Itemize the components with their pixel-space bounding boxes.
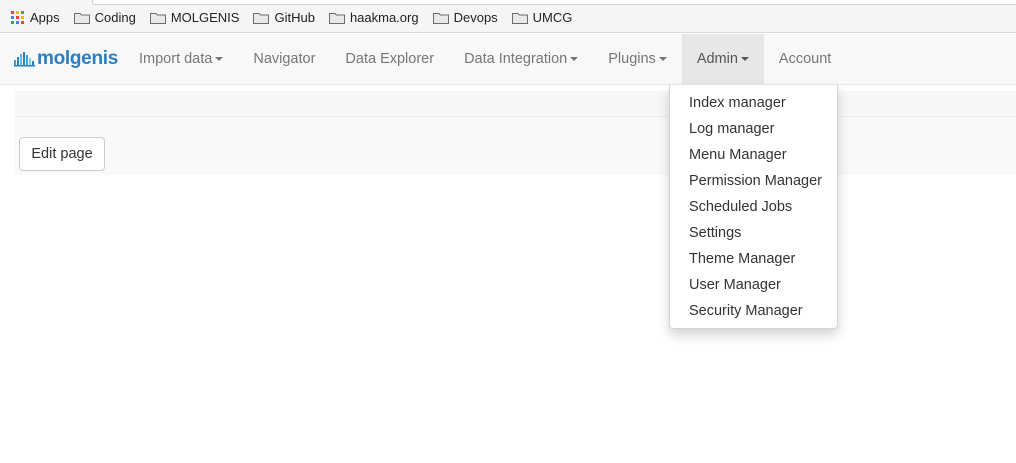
apps-grid-icon — [11, 11, 24, 24]
bookmark-apps[interactable]: Apps — [11, 10, 60, 25]
nav-label: Import data — [139, 51, 213, 67]
menu-item-theme-manager[interactable]: Theme Manager — [670, 246, 837, 272]
edit-page-button[interactable]: Edit page — [19, 137, 105, 171]
nav-data-explorer[interactable]: Data Explorer — [330, 34, 449, 84]
address-bar-edge — [92, 0, 1016, 5]
bookmark-molgenis[interactable]: MOLGENIS — [149, 10, 240, 25]
logo-bars-icon — [14, 52, 35, 67]
menu-item-user-manager[interactable]: User Manager — [670, 272, 837, 298]
bookmark-label: haakma.org — [349, 10, 419, 25]
folder-icon — [511, 12, 528, 24]
bookmark-haakma[interactable]: haakma.org — [328, 10, 419, 25]
caret-down-icon — [658, 57, 667, 61]
nav-label: Data Integration — [464, 51, 568, 67]
nav-label: Account — [778, 51, 832, 67]
nav-label: Navigator — [253, 51, 316, 67]
nav-admin[interactable]: Admin — [681, 34, 764, 84]
folder-icon — [328, 12, 345, 24]
caret-down-icon — [740, 57, 749, 61]
molgenis-logo[interactable]: molgenis — [14, 48, 118, 70]
menu-item-settings[interactable]: Settings — [670, 220, 837, 246]
bookmark-github[interactable]: GitHub — [253, 10, 315, 25]
nav-label: Plugins — [608, 51, 656, 67]
bookmark-umcg[interactable]: UMCG — [511, 10, 573, 25]
bookmark-label: GitHub — [274, 10, 315, 25]
bookmark-label: Devops — [453, 10, 498, 25]
menu-item-security-manager[interactable]: Security Manager — [670, 298, 837, 324]
main-navbar: molgenis Import data Navigator Data Expl… — [0, 34, 1016, 85]
content-header-strip — [15, 91, 1016, 117]
nav-account[interactable]: Account — [764, 34, 846, 84]
menu-item-log-manager[interactable]: Log manager — [670, 116, 837, 142]
bookmark-label: Apps — [30, 10, 60, 25]
nav-navigator[interactable]: Navigator — [238, 34, 330, 84]
brand-name: molgenis — [37, 48, 119, 69]
folder-icon — [149, 12, 166, 24]
bookmarks-bar: Apps Coding MOLGENIS GitHub haakma.org D… — [0, 0, 1016, 33]
bookmarks-list: Apps Coding MOLGENIS GitHub haakma.org D… — [11, 10, 586, 25]
folder-icon — [253, 12, 270, 24]
bookmark-coding[interactable]: Coding — [73, 10, 136, 25]
menu-item-scheduled-jobs[interactable]: Scheduled Jobs — [670, 194, 837, 220]
nav-data-integration[interactable]: Data Integration — [449, 34, 593, 84]
nav-plugins[interactable]: Plugins — [593, 34, 682, 84]
caret-down-icon — [570, 57, 579, 61]
menu-item-permission-manager[interactable]: Permission Manager — [670, 168, 837, 194]
caret-down-icon — [215, 57, 224, 61]
menu-item-index-manager[interactable]: Index manager — [670, 90, 837, 116]
bookmark-label: Coding — [94, 10, 136, 25]
nav-menu: Import data Navigator Data Explorer Data… — [124, 34, 846, 84]
bookmark-devops[interactable]: Devops — [432, 10, 498, 25]
bookmark-label: UMCG — [532, 10, 573, 25]
content-panel — [15, 117, 1016, 175]
nav-label: Data Explorer — [345, 51, 435, 67]
admin-dropdown-menu: Index manager Log manager Menu Manager P… — [669, 85, 838, 329]
nav-label: Admin — [696, 51, 738, 67]
menu-item-menu-manager[interactable]: Menu Manager — [670, 142, 837, 168]
folder-icon — [73, 12, 90, 24]
folder-icon — [432, 12, 449, 24]
bookmark-label: MOLGENIS — [170, 10, 240, 25]
nav-import-data[interactable]: Import data — [124, 34, 238, 84]
